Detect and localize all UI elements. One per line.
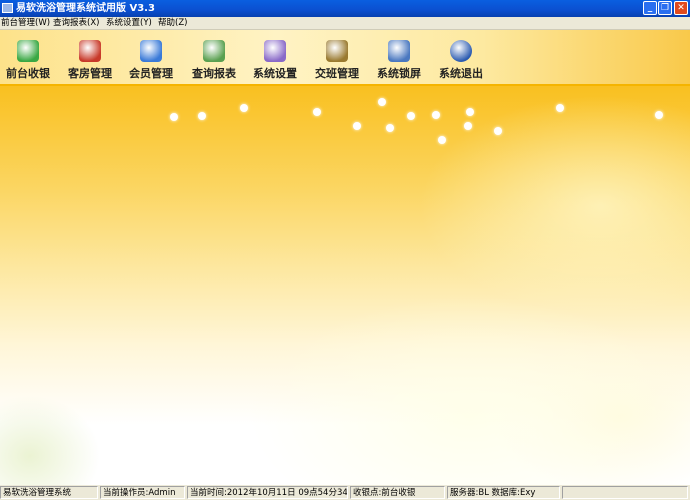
flower-decoration: [198, 112, 206, 120]
toolbar-button-label: 前台收银: [6, 67, 50, 80]
flower-decoration: [464, 122, 472, 130]
menu-help[interactable]: 帮助(Z): [158, 17, 187, 30]
close-button[interactable]: ✕: [674, 1, 688, 15]
settings-clipboard-icon: [264, 40, 286, 62]
money-register-icon: [17, 40, 39, 62]
flower-decoration: [313, 108, 321, 116]
menu-settings[interactable]: 系统设置(Y): [106, 17, 152, 30]
flower-decoration: [655, 111, 663, 119]
status-extra: [562, 486, 688, 499]
toolbar-button-6[interactable]: 系统锁屏: [369, 34, 429, 82]
power-icon: [450, 40, 472, 62]
restore-button[interactable]: ❐: [658, 1, 672, 15]
flower-decoration: [407, 112, 415, 120]
status-operator: 当前操作员:Admin: [100, 486, 185, 499]
report-user-icon: [203, 40, 225, 62]
status-bar: 易软洗浴管理系统 当前操作员:Admin 当前时间:2012年10月11日 09…: [0, 485, 690, 500]
flower-decoration: [466, 108, 474, 116]
title-bar: 易软洗浴管理系统试用版 V3.3 _ ❐ ✕: [0, 0, 690, 17]
handshake-icon: [326, 40, 348, 62]
toolbar-button-label: 会员管理: [129, 67, 173, 80]
toolbar-button-label: 查询报表: [192, 67, 236, 80]
toolbar: 前台收银 客房管理 会员管理 查询报表 系统设置 交班管理 系统锁屏 系统退出: [0, 30, 690, 86]
status-time: 当前时间:2012年10月11日 09点54分34秒: [187, 486, 348, 499]
status-server: 服务器:BL 数据库:Exy: [447, 486, 560, 499]
menu-front-desk[interactable]: 前台管理(W): [1, 17, 50, 30]
flower-decoration: [438, 136, 446, 144]
flower-decoration: [353, 122, 361, 130]
house-icon: [79, 40, 101, 62]
status-cashier-point: 收银点:前台收银: [350, 486, 445, 499]
toolbar-button-label: 交班管理: [315, 67, 359, 80]
minimize-button[interactable]: _: [643, 1, 657, 15]
toolbar-button-0[interactable]: 前台收银: [0, 34, 58, 82]
toolbar-button-label: 系统设置: [253, 67, 297, 80]
toolbar-button-7[interactable]: 系统退出: [431, 34, 491, 82]
toolbar-button-label: 客房管理: [68, 67, 112, 80]
toolbar-button-4[interactable]: 系统设置: [245, 34, 305, 82]
flower-decoration: [240, 104, 248, 112]
window-title: 易软洗浴管理系统试用版 V3.3: [16, 3, 155, 14]
menu-bar: 前台管理(W) 查询报表(X) 系统设置(Y) 帮助(Z): [0, 17, 690, 30]
toolbar-button-5[interactable]: 交班管理: [307, 34, 367, 82]
flower-decoration: [170, 113, 178, 121]
lock-user-icon: [388, 40, 410, 62]
main-background: [0, 86, 690, 485]
app-icon: [2, 3, 13, 13]
members-icon: [140, 40, 162, 62]
toolbar-button-2[interactable]: 会员管理: [121, 34, 181, 82]
toolbar-button-3[interactable]: 查询报表: [184, 34, 244, 82]
flower-decoration: [432, 111, 440, 119]
status-app-name: 易软洗浴管理系统: [0, 486, 98, 499]
toolbar-button-label: 系统锁屏: [377, 67, 421, 80]
toolbar-button-label: 系统退出: [439, 67, 483, 80]
flower-decoration: [556, 104, 564, 112]
flower-decoration: [386, 124, 394, 132]
flower-decoration: [378, 98, 386, 106]
toolbar-button-1[interactable]: 客房管理: [60, 34, 120, 82]
menu-reports[interactable]: 查询报表(X): [53, 17, 99, 30]
flower-decoration: [494, 127, 502, 135]
